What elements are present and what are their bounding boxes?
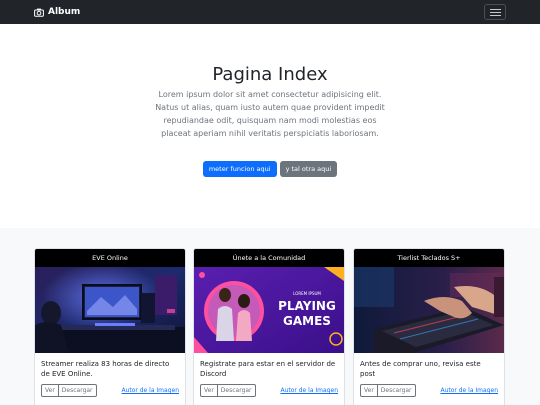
brand-link[interactable]: Album [34, 7, 80, 17]
hero-lead-text: Lorem ipsum dolor sit amet consectetur a… [155, 90, 385, 138]
card-tierlist-teclados: Tierlist Teclados S+ Antes de comprar un… [353, 248, 505, 405]
card-button-group: Ver Descargar [200, 384, 256, 397]
gaming-setup-photo [35, 267, 185, 353]
card-comunidad: Únete a la Comunidad LOREM IPSUM PLAYING… [193, 248, 345, 405]
card-header: EVE Online [35, 249, 185, 267]
view-button[interactable]: Ver [200, 384, 218, 397]
card-body: Registrate para estar en el servidor de … [194, 353, 344, 403]
card-body: Streamer realiza 83 horas de directo de … [35, 353, 185, 403]
hamburger-menu-icon [489, 8, 501, 10]
download-button[interactable]: Descargar [217, 384, 256, 397]
keyboard-hands-photo [354, 267, 504, 353]
card-text: Streamer realiza 83 horas de directo de … [41, 360, 170, 378]
card-footer: Ver Descargar Autor de la Imagen [41, 384, 179, 397]
image-author-link[interactable]: Autor de la Imagen [440, 387, 498, 394]
card-eve-online: EVE Online Streamer realiza 83 horas de … [34, 248, 186, 405]
image-author-link[interactable]: Autor de la Imagen [121, 387, 179, 394]
album-section: EVE Online Streamer realiza 83 horas de … [0, 228, 540, 405]
navbar-toggle-button[interactable] [484, 4, 506, 20]
secondary-action-button[interactable]: y tal otra aqui [279, 161, 338, 177]
card-footer: Ver Descargar Autor de la Imagen [360, 384, 498, 397]
card-header: Únete a la Comunidad [194, 249, 344, 267]
card-text: Antes de comprar uno, revisa este post [360, 360, 481, 378]
card-header: Tierlist Teclados S+ [354, 249, 504, 267]
view-button[interactable]: Ver [41, 384, 59, 397]
view-button[interactable]: Ver [360, 384, 378, 397]
banner-small-caption: LOREM IPSUM [293, 291, 321, 296]
card-text: Registrate para estar en el servidor de … [200, 360, 336, 378]
playing-games-banner: LOREM IPSUM PLAYING GAMES [194, 267, 344, 353]
page-title: Pagina Index [212, 64, 328, 85]
card-button-group: Ver Descargar [41, 384, 97, 397]
card-body: Antes de comprar uno, revisa este post V… [354, 353, 504, 403]
primary-action-button[interactable]: meter funcion aqui [202, 161, 277, 177]
banner-caption-line2: GAMES [283, 314, 331, 328]
hero-section: Pagina Index Lorem ipsum dolor sit amet … [0, 24, 540, 228]
camera-icon [34, 8, 44, 17]
image-author-link[interactable]: Autor de la Imagen [280, 387, 338, 394]
card-footer: Ver Descargar Autor de la Imagen [200, 384, 338, 397]
download-button[interactable]: Descargar [58, 384, 97, 397]
navbar: Album [0, 0, 540, 24]
banner-caption-line1: PLAYING [278, 299, 336, 313]
hero-buttons: meter funcion aqui y tal otra aqui [0, 161, 540, 177]
brand-title: Album [48, 7, 81, 17]
card-button-group: Ver Descargar [360, 384, 416, 397]
download-button[interactable]: Descargar [377, 384, 416, 397]
